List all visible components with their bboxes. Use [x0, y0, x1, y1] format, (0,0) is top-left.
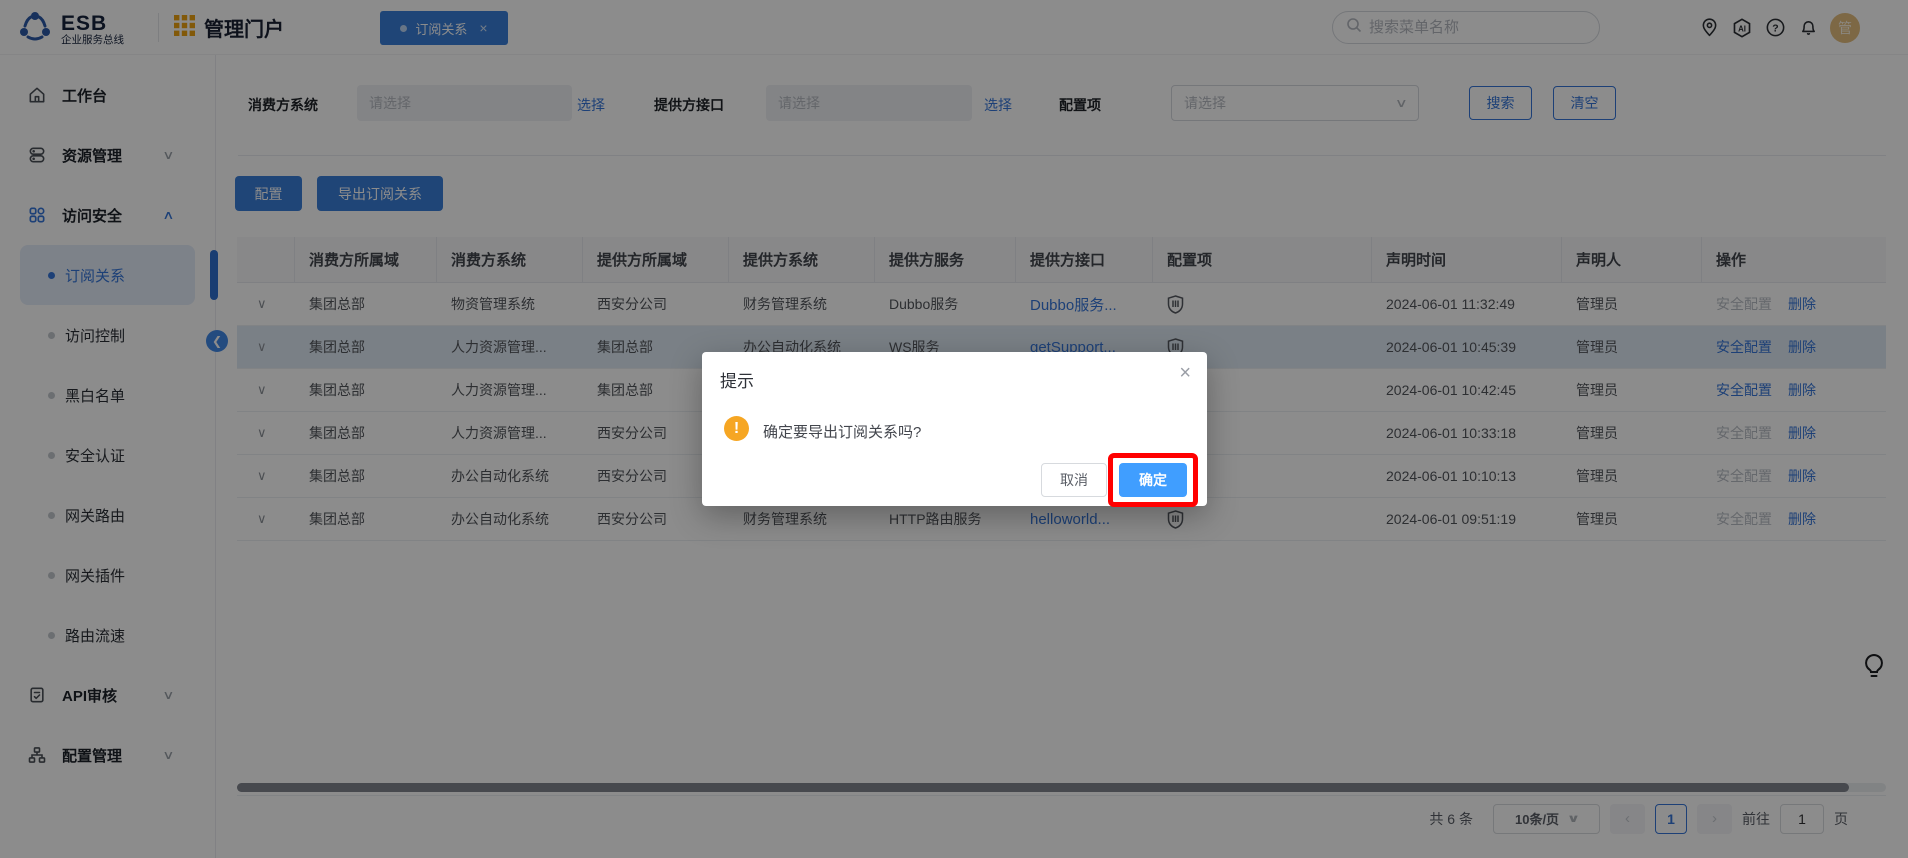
dialog-close-icon[interactable]: ×: [1179, 362, 1191, 385]
dialog-title: 提示: [720, 367, 754, 392]
dialog-message: 确定要导出订阅关系吗?: [763, 421, 921, 442]
warning-icon: !: [724, 416, 749, 441]
app-root: ESB 企业服务总线 管理门户 订阅关系 ×: [0, 0, 1908, 858]
dialog-cancel-button[interactable]: 取消: [1041, 463, 1107, 497]
confirm-export-dialog: 提示 × ! 确定要导出订阅关系吗? 取消 确定: [702, 352, 1207, 506]
dialog-confirm-button[interactable]: 确定: [1119, 463, 1187, 497]
